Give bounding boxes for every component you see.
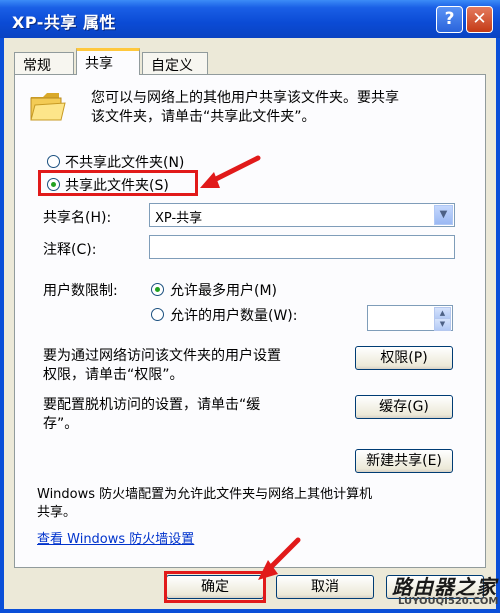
arrow-to-ok-button-icon xyxy=(258,537,301,580)
arrow-to-share-option-icon xyxy=(200,155,261,188)
annotation-arrows xyxy=(200,155,301,580)
properties-window: XP-共享 属性 ? ✕ 常规 共享 自定义 您可以与网络上的其他用户共享该文件… xyxy=(0,0,500,613)
tab-sharing[interactable]: 共享 xyxy=(76,48,140,75)
watermark-url: LUYOUQI520.COM xyxy=(398,596,499,607)
